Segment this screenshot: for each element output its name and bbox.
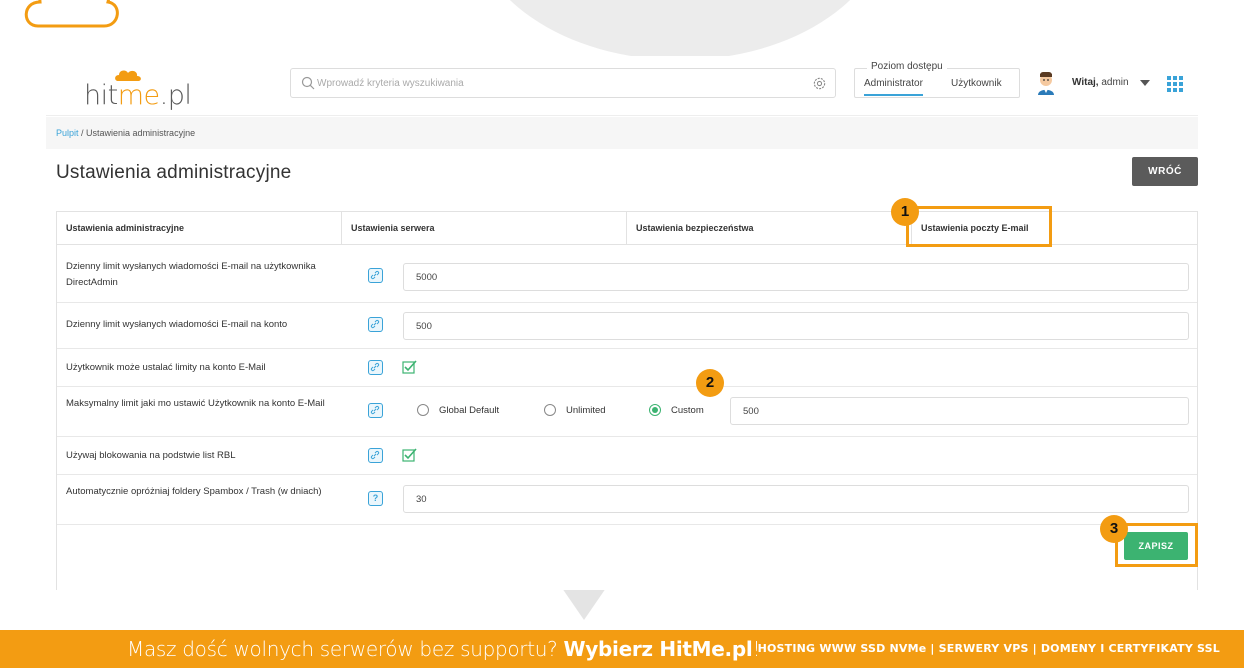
settings-row: Dzienny limit wysłanych wiadomości E-mai… <box>57 303 1197 349</box>
radio-label: Unlimited <box>566 404 606 416</box>
back-button[interactable]: WRÓĆ <box>1132 157 1198 186</box>
page-title: Ustawienia administracyjne <box>56 162 292 183</box>
access-level-switch: Poziom dostępu Administrator Użytkownik <box>854 61 1020 98</box>
logo-text: hitme.pl <box>84 80 192 111</box>
custom-limit-input[interactable] <box>730 397 1189 425</box>
row-label: Użytkownik może ustalać limity na konto … <box>66 362 266 373</box>
row-label: Używaj blokowania na podstwie list RBL <box>66 450 236 461</box>
search-icon <box>301 76 315 90</box>
access-level-legend: Poziom dostępu <box>867 61 947 72</box>
decorative-arc <box>470 0 890 60</box>
search-input[interactable] <box>317 70 807 96</box>
breadcrumb-separator: / <box>78 128 87 138</box>
radio-circle-selected[interactable] <box>649 404 661 416</box>
search-box <box>290 68 836 98</box>
radio-label: Global Default <box>439 404 500 416</box>
logo[interactable]: hitme.pl <box>84 70 192 111</box>
app-window: hitme.pl Poziom dostępu Administrator Uż… <box>46 56 1198 590</box>
decorative-triangle <box>562 588 606 620</box>
row-label: Maksymalny limit jaki mo ustawić Użytkow… <box>66 398 325 409</box>
link-icon[interactable] <box>368 403 383 418</box>
rbl-checkbox[interactable] <box>402 448 418 462</box>
user-limits-checkbox[interactable] <box>402 360 418 374</box>
settings-row: Dzienny limit wysłanych wiadomości E-mai… <box>57 246 1197 303</box>
tab-security-settings[interactable]: Ustawienia bezpieczeństwa <box>627 212 912 245</box>
gear-icon[interactable] <box>812 76 827 91</box>
daily-limit-user-input[interactable] <box>403 263 1189 291</box>
link-icon[interactable] <box>368 448 383 463</box>
link-icon[interactable] <box>368 268 383 283</box>
daily-limit-account-input[interactable] <box>403 312 1189 340</box>
annotation-badge-1: 1 <box>891 198 919 226</box>
highlight-email-tab <box>906 206 1052 247</box>
link-icon[interactable] <box>368 360 383 375</box>
settings-panel: Ustawienia administracyjne Ustawienia se… <box>56 211 1198 590</box>
breadcrumb: Pulpit / Ustawienia administracyjne <box>46 117 1198 149</box>
annotation-badge-3: 3 <box>1100 515 1128 543</box>
radio-circle[interactable] <box>544 404 556 416</box>
apps-grid-icon[interactable] <box>1167 76 1183 92</box>
settings-row: Używaj blokowania na podstwie list RBL <box>57 437 1197 475</box>
question-icon[interactable]: ? <box>368 491 383 506</box>
link-icon[interactable] <box>368 317 383 332</box>
user-greeting[interactable]: Witaj, admin <box>1072 77 1129 88</box>
annotation-badge-2: 2 <box>696 369 724 397</box>
settings-row: Użytkownik może ustalać limity na konto … <box>57 349 1197 387</box>
promo-banner[interactable]: Masz dość wolnych serwerów bez supportu?… <box>0 630 1244 668</box>
cloud-logo-icon <box>115 70 141 81</box>
settings-row: Maksymalny limit jaki mo ustawić Użytkow… <box>57 387 1197 437</box>
radio-global-default[interactable]: Global Default <box>417 404 499 416</box>
settings-row: Automatycznie opróżniaj foldery Spambox … <box>57 475 1197 525</box>
header: hitme.pl Poziom dostępu Administrator Uż… <box>46 56 1198 116</box>
radio-circle[interactable] <box>417 404 429 416</box>
banner-services: HOSTING WWW SSD NVMe | SERWERY VPS | DOM… <box>757 642 1220 655</box>
spam-cleanup-days-input[interactable] <box>403 485 1189 513</box>
breadcrumb-home-link[interactable]: Pulpit <box>56 128 79 138</box>
banner-text: Masz dość wolnych serwerów bez supportu?… <box>127 637 761 661</box>
radio-unlimited[interactable]: Unlimited <box>544 404 606 416</box>
cloud-icon <box>24 0 119 28</box>
access-admin-tab[interactable]: Administrator <box>864 78 923 96</box>
chevron-down-icon[interactable] <box>1140 80 1150 86</box>
access-user-tab[interactable]: Użytkownik <box>951 78 1002 89</box>
row-label: Automatycznie opróżniaj foldery Spambox … <box>66 486 322 497</box>
avatar[interactable] <box>1036 71 1056 95</box>
row-label: Dzienny limit wysłanych wiadomości E-mai… <box>66 261 316 288</box>
tab-server-settings[interactable]: Ustawienia serwera <box>342 212 627 245</box>
radio-custom[interactable]: Custom <box>649 404 704 416</box>
row-label: Dzienny limit wysłanych wiadomości E-mai… <box>66 319 288 330</box>
radio-label: Custom <box>671 404 704 416</box>
tab-admin-settings[interactable]: Ustawienia administracyjne <box>57 212 342 245</box>
breadcrumb-current: Ustawienia administracyjne <box>86 128 196 138</box>
